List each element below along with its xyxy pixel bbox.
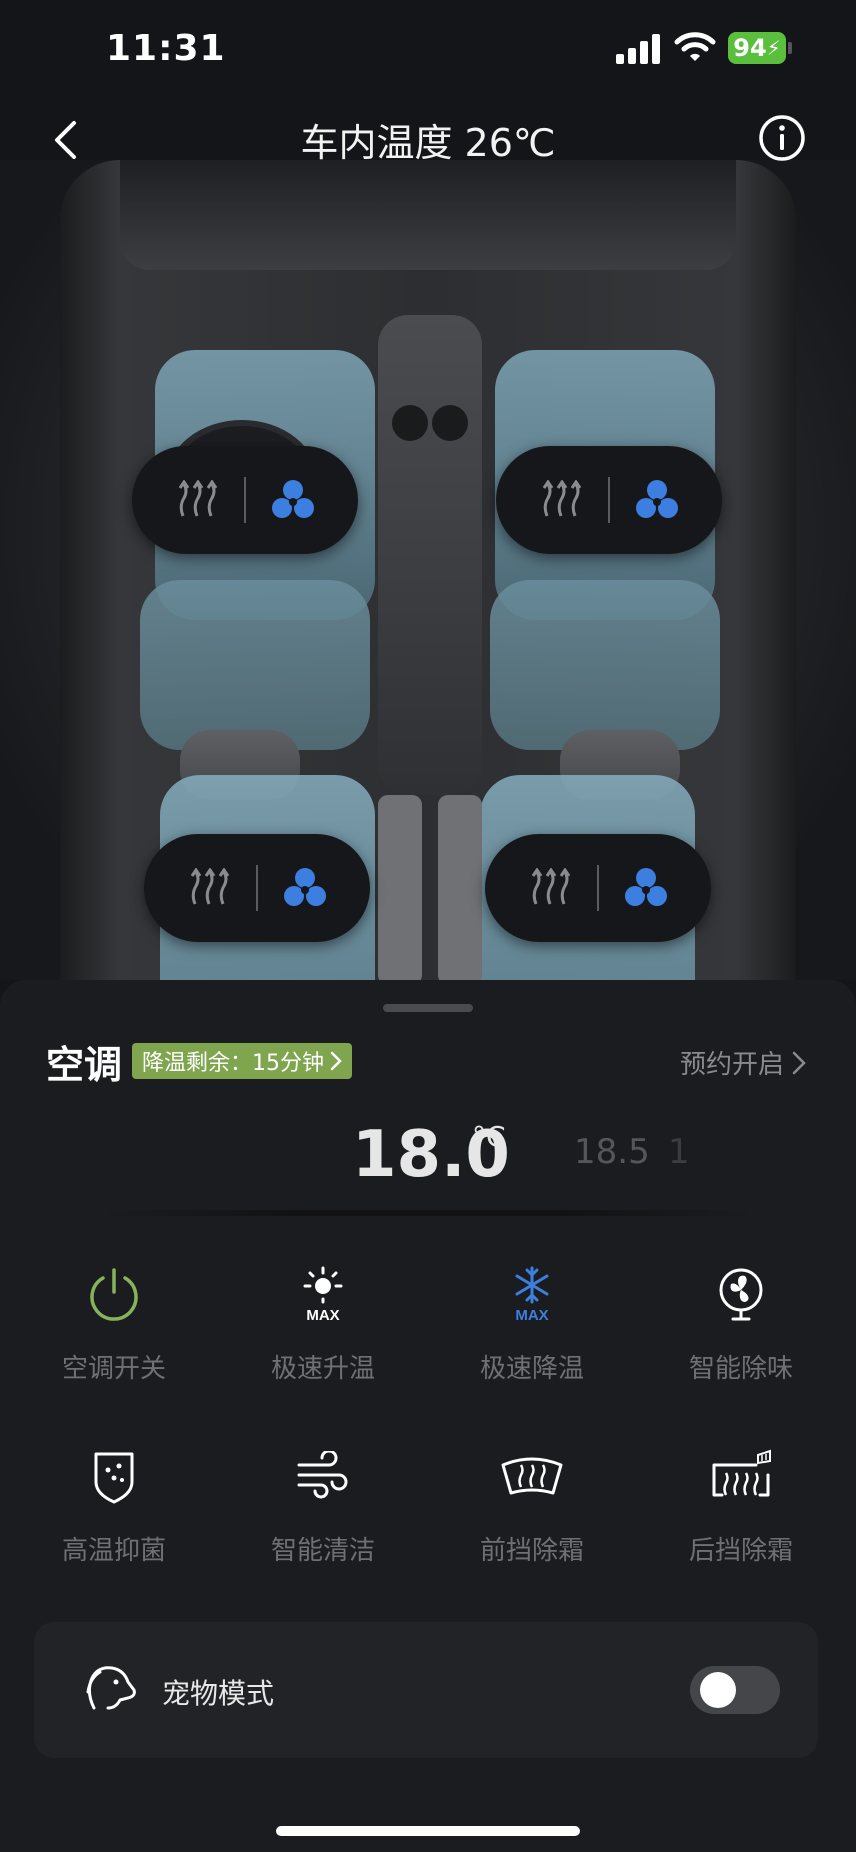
function-label: 极速升温 <box>270 1354 375 1384</box>
rear-left-seat-vent-button[interactable] <box>270 853 340 923</box>
seat-heat-icon <box>178 480 218 517</box>
sun-max-icon: MAX <box>303 1266 343 1324</box>
sheet-drag-handle[interactable] <box>383 1004 473 1012</box>
pet-mode-toggle-knob <box>700 1672 736 1708</box>
rear-armrest <box>438 795 482 980</box>
function-label: 智能除味 <box>688 1354 793 1384</box>
temperature-selector-shadow <box>96 1210 760 1216</box>
rear-left-seat-controls <box>144 834 370 942</box>
front-right-seat-heat-button[interactable] <box>526 465 596 535</box>
temperature-option[interactable]: 18.5 <box>574 1132 650 1172</box>
battery-cap <box>788 42 792 54</box>
signal-icon <box>616 34 660 64</box>
pet-mode-label: 宠物模式 <box>162 1677 275 1710</box>
page-title: 车内温度 26℃ <box>300 121 556 165</box>
seat-heat-icon <box>190 868 230 905</box>
info-button[interactable] <box>756 112 808 164</box>
dashboard <box>120 160 736 270</box>
center-console <box>378 315 482 795</box>
seat-heat-icon <box>542 480 582 517</box>
fast-cool-button[interactable]: MAX 极速降温 <box>447 1254 617 1385</box>
ac-power-button[interactable]: 空调开关 <box>29 1254 199 1385</box>
seat-ventilation-icon <box>272 480 314 518</box>
cooling-remaining-badge[interactable]: 降温剩余：15分钟 <box>132 1043 352 1079</box>
fast-heat-button[interactable]: MAX 极速升温 <box>238 1254 408 1385</box>
power-icon <box>90 1268 138 1321</box>
rear-right-seat-controls <box>485 834 711 942</box>
chevron-right-icon <box>792 1051 806 1074</box>
rear-right-seat-vent-button[interactable] <box>611 853 681 923</box>
chevron-right-icon <box>330 1051 342 1071</box>
pill-divider <box>244 477 246 523</box>
wifi-icon <box>674 32 716 61</box>
function-label: 极速降温 <box>479 1354 584 1384</box>
status-time: 11:31 <box>106 28 226 69</box>
function-label: 空调开关 <box>61 1354 166 1384</box>
fan-icon <box>719 1268 763 1321</box>
schedule-start-label: 预约开启 <box>679 1050 784 1080</box>
wind-icon <box>297 1451 348 1499</box>
schedule-start-link[interactable]: 预约开启 <box>680 1044 806 1081</box>
function-label: 智能清洁 <box>270 1536 375 1566</box>
smart-deodorize-button[interactable]: 智能除味 <box>656 1254 826 1385</box>
front-right-seat-vent-button[interactable] <box>622 465 692 535</box>
rear-left-seat-heat-button[interactable] <box>174 853 244 923</box>
pill-divider <box>597 865 599 911</box>
info-icon <box>759 115 805 161</box>
high-temp-sterilize-button[interactable]: 高温抑菌 <box>29 1436 199 1567</box>
svg-text:MAX: MAX <box>515 1307 548 1324</box>
function-label: 后挡除霜 <box>688 1536 793 1566</box>
seat-ventilation-icon <box>284 868 326 906</box>
seat-ventilation-icon <box>636 480 678 518</box>
front-right-seat-cushion <box>490 580 720 750</box>
temperature-unit: °C <box>472 1120 506 1153</box>
pet-icon <box>86 1666 136 1710</box>
cup-holder <box>392 405 428 441</box>
charging-icon: ⚡ <box>766 36 781 60</box>
seat-heat-icon <box>531 868 571 905</box>
function-label: 前挡除霜 <box>479 1536 584 1566</box>
shield-germ-icon <box>94 1452 134 1504</box>
ac-section-title: 空调 <box>46 1043 123 1087</box>
front-left-seat-heat-button[interactable] <box>162 465 232 535</box>
battery-level: 94 <box>733 34 767 62</box>
seat-ventilation-icon <box>625 868 667 906</box>
front-right-seat-controls <box>496 446 722 554</box>
pill-divider <box>256 865 258 911</box>
front-defrost-button[interactable]: 前挡除霜 <box>447 1436 617 1567</box>
function-label: 高温抑菌 <box>61 1536 166 1566</box>
front-defrost-icon <box>501 1457 563 1495</box>
temperature-option[interactable]: 1 <box>668 1132 690 1172</box>
cup-holder <box>432 405 468 441</box>
rear-armrest <box>378 795 422 980</box>
rear-right-seat-heat-button[interactable] <box>515 853 585 923</box>
pill-divider <box>608 477 610 523</box>
front-left-seat-vent-button[interactable] <box>258 465 328 535</box>
battery-indicator: 94 ⚡ <box>728 32 786 64</box>
home-indicator <box>276 1826 580 1836</box>
cooling-remaining-text: 降温剩余：15分钟 <box>142 1051 324 1076</box>
front-left-seat-controls <box>132 446 358 554</box>
snowflake-max-icon: MAX <box>515 1266 549 1324</box>
rear-defrost-button[interactable]: 后挡除霜 <box>656 1436 826 1567</box>
svg-text:MAX: MAX <box>306 1307 339 1324</box>
rear-defrost-icon <box>712 1449 771 1497</box>
car-interior-view <box>0 160 856 980</box>
front-left-seat-cushion <box>140 580 370 750</box>
smart-clean-button[interactable]: 智能清洁 <box>238 1436 408 1567</box>
